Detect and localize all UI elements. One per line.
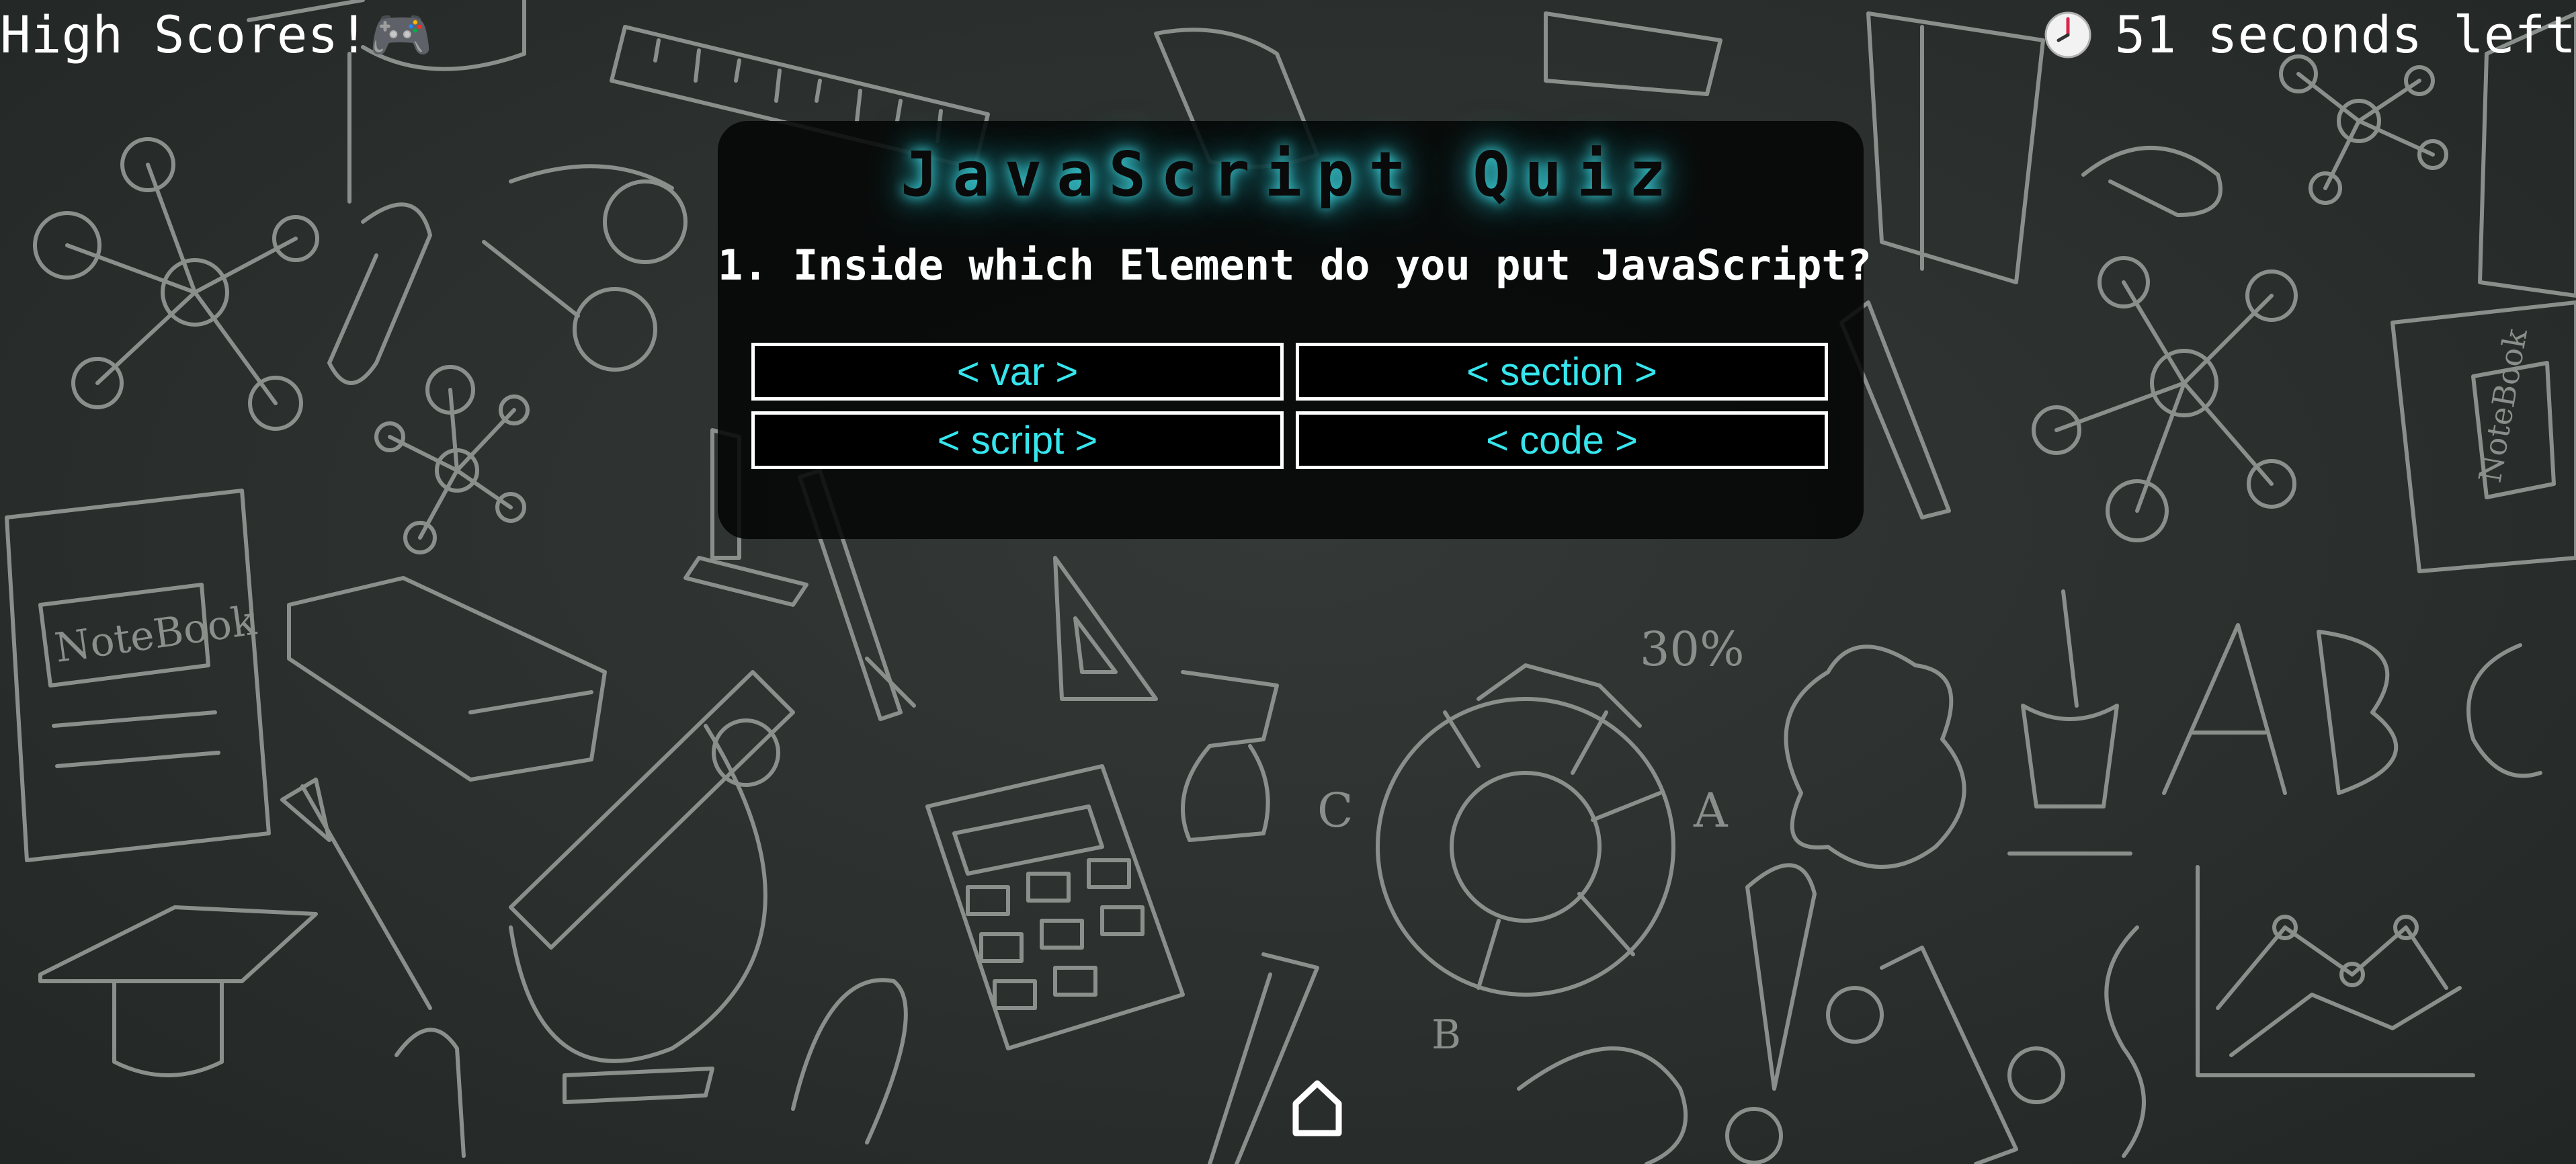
ruler-2-doodle	[1880, 946, 2018, 1164]
svg-text:A: A	[1693, 783, 1729, 838]
paperclip-4-doodle	[2081, 146, 2222, 217]
quiz-card: JavaScript Quiz 1. Inside which Element …	[718, 121, 1872, 539]
paintbrush-doodle	[280, 778, 432, 1010]
paperclip-2-doodle	[394, 1028, 466, 1158]
lamp-doodle	[1181, 670, 1279, 842]
svg-text:C: C	[1317, 783, 1354, 838]
dot-doodle	[1725, 1107, 1783, 1164]
paperclip-3-doodle	[791, 978, 908, 1145]
svg-text:NoteBook: NoteBook	[2472, 325, 2534, 485]
high-scores-link[interactable]: High Scores!🎮	[0, 3, 433, 67]
hat-doodle	[1866, 11, 2045, 284]
answer-button-code[interactable]: < code >	[1296, 411, 1828, 469]
line-chart-doodle	[2196, 865, 2475, 1077]
timer-text: 51 seconds left	[2114, 5, 2576, 65]
hook-doodle	[1517, 1046, 1688, 1164]
answer-grid: < var > < section > < script > < code >	[751, 343, 1828, 469]
answer-button-var[interactable]: < var >	[751, 343, 1284, 401]
quiz-title: JavaScript Quiz	[901, 138, 1681, 210]
molecule-2-doodle	[2032, 256, 2298, 542]
ring-2-doodle	[2007, 1046, 2065, 1104]
svg-text:30%: 30%	[1640, 622, 1745, 677]
microscope-doodle	[509, 670, 795, 1104]
calculator-doodle	[925, 764, 1185, 1050]
ring-doodle	[1826, 986, 1884, 1044]
notebook-doodle: NoteBook	[5, 489, 271, 862]
svg-text:B: B	[1431, 1011, 1461, 1058]
home-icon[interactable]	[1290, 1077, 1344, 1137]
pie-wheel-doodle: 30% A C B	[1317, 622, 1745, 1058]
exclamation-doodle	[1745, 863, 1817, 1091]
question-text: 1. Inside which Element do you put JavaS…	[718, 241, 1872, 290]
small-molecule-doodle	[374, 365, 530, 554]
clock-icon	[2044, 11, 2091, 58]
pushpin-2-doodle	[2007, 589, 2132, 856]
paperclip-doodle	[327, 202, 432, 385]
book-doodle	[287, 576, 607, 782]
notebook-2-doodle: NoteBook	[2391, 300, 2576, 573]
triangle-doodle	[1053, 556, 1158, 701]
glasses-doodle	[482, 164, 688, 372]
molecule-3-doodle	[2279, 54, 2448, 205]
answer-button-script[interactable]: < script >	[751, 411, 1284, 469]
cloud-doodle	[1784, 645, 1966, 869]
molecule-doodle	[33, 137, 319, 431]
svg-text:NoteBook: NoteBook	[52, 597, 259, 672]
answer-button-section[interactable]: < section >	[1296, 343, 1828, 401]
abc-letters-doodle	[2162, 623, 2542, 795]
grad-cap-2-doodle	[38, 905, 318, 1077]
timer: 51 seconds left	[2044, 3, 2576, 67]
spiral-doodle	[2104, 925, 2146, 1158]
